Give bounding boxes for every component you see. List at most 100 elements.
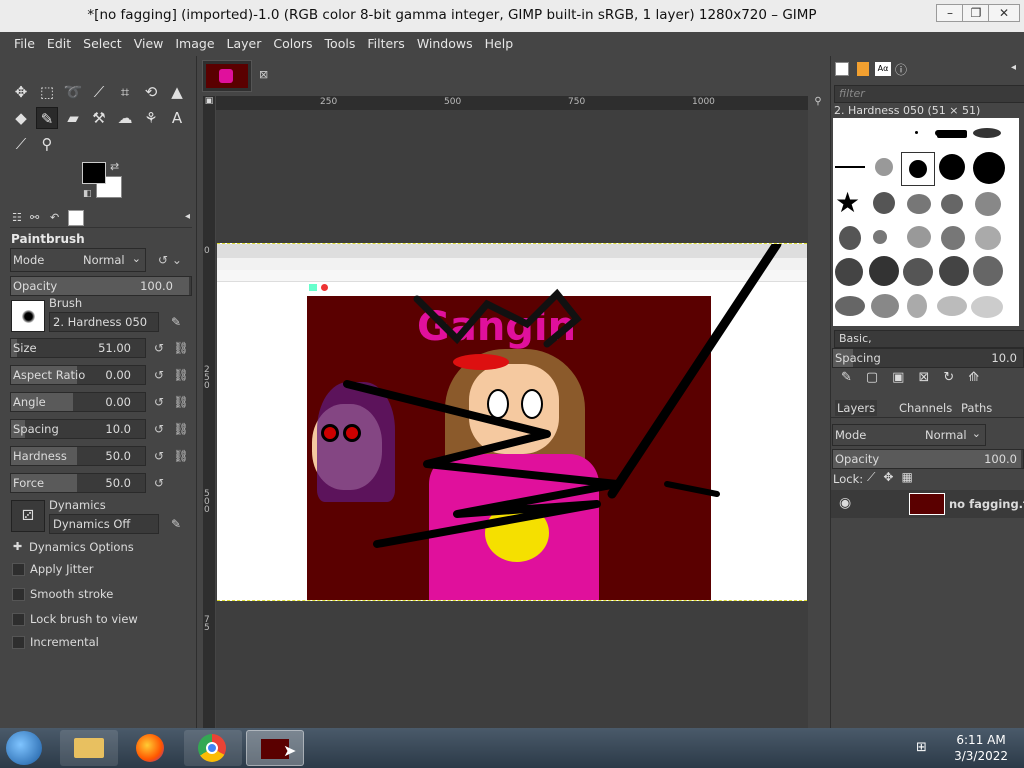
brush-grid[interactable]: ★	[833, 118, 1019, 326]
chrome-button[interactable]	[184, 730, 242, 766]
smooth-stroke-checkbox[interactable]	[12, 588, 25, 601]
aspect-ratio-slider[interactable]: Aspect Ratio 0.00	[10, 365, 146, 385]
size-slider[interactable]: Size 51.00	[10, 338, 146, 358]
brush-item[interactable]	[903, 258, 933, 286]
configure-tab-icon[interactable]: ◂	[1011, 62, 1016, 73]
paths-tab[interactable]: Paths	[961, 401, 992, 415]
lock-icons[interactable]: ⟋✥▦	[867, 470, 921, 485]
edit-brush-icon[interactable]: ✎	[167, 312, 185, 332]
brush-item[interactable]	[937, 130, 967, 138]
brush-spacing-slider[interactable]: Spacing 10.0	[832, 348, 1024, 368]
brush-item[interactable]	[875, 158, 893, 176]
link-icon[interactable]: ⛓	[172, 392, 190, 412]
layer-row[interactable]: ◉ no fagging.tga	[831, 490, 1024, 518]
close-button[interactable]: ✕	[988, 4, 1020, 22]
angle-slider[interactable]: Angle 0.00	[10, 392, 146, 412]
menu-filters[interactable]: Filters	[361, 32, 410, 56]
menu-image[interactable]: Image	[169, 32, 220, 56]
menu-help[interactable]: Help	[479, 32, 520, 56]
firefox-button[interactable]	[122, 730, 180, 766]
link-icon[interactable]: ⛓	[172, 419, 190, 439]
images-tab-icon[interactable]	[68, 210, 84, 226]
menu-select[interactable]: Select	[77, 32, 128, 56]
brush-item[interactable]	[871, 294, 899, 318]
reset-icon[interactable]: ↺	[150, 365, 168, 385]
edit-dynamics-icon[interactable]: ✎	[167, 514, 185, 534]
undo-history-tab-icon[interactable]: ↶	[50, 211, 59, 224]
layers-tab[interactable]: Layers	[835, 400, 878, 416]
lock-brush-checkbox[interactable]	[12, 613, 25, 626]
image-tab-thumbnail[interactable]	[202, 60, 252, 92]
rect-select-tool-icon[interactable]: ⬚	[36, 81, 58, 103]
brush-item[interactable]	[909, 160, 927, 178]
incremental-checkbox[interactable]	[12, 636, 25, 649]
brush-actions[interactable]: ✎▢▣⊠↻⟰	[841, 370, 1021, 385]
layer-opacity-slider[interactable]: Opacity 100.0	[832, 449, 1024, 469]
brush-preview[interactable]	[11, 300, 45, 332]
network-tray-icon[interactable]: ⊞	[916, 740, 927, 755]
opacity-slider[interactable]: Opacity 100.0	[10, 276, 192, 296]
reset-icon[interactable]: ↺	[150, 473, 168, 493]
color-picker-tool-icon[interactable]: ⟋	[10, 133, 32, 155]
spacing-slider[interactable]: Spacing 10.0	[10, 419, 146, 439]
tool-options-tab-icon[interactable]: ☷	[12, 211, 22, 224]
reset-icon[interactable]: ↺	[150, 419, 168, 439]
zoom-tool-icon[interactable]: ⚲	[36, 133, 58, 155]
clone-tool-icon[interactable]: ⚒	[88, 107, 110, 129]
apply-jitter-checkbox[interactable]	[12, 563, 25, 576]
reset-icon[interactable]: ↺	[150, 338, 168, 358]
paths-tool-icon[interactable]: ⚘	[140, 107, 162, 129]
menu-edit[interactable]: Edit	[41, 32, 77, 56]
gimp-taskbar-button[interactable]: ➤	[246, 730, 304, 766]
hardness-slider[interactable]: Hardness 50.0	[10, 446, 146, 466]
help-tab-icon[interactable]: ⓘ	[895, 61, 907, 78]
image-canvas[interactable]: Gangin	[217, 243, 807, 601]
brush-item[interactable]	[835, 296, 865, 316]
text-tool-icon[interactable]: A	[166, 107, 188, 129]
menu-file[interactable]: File	[8, 32, 41, 56]
start-button[interactable]	[6, 731, 42, 765]
mode-select[interactable]: Mode Normal ⌄	[10, 248, 146, 272]
brush-item[interactable]	[873, 192, 895, 214]
brush-item[interactable]	[939, 256, 969, 286]
menu-windows[interactable]: Windows	[411, 32, 479, 56]
force-slider[interactable]: Force 50.0	[10, 473, 146, 493]
brush-item[interactable]	[869, 256, 899, 286]
link-icon[interactable]: ⛓	[172, 365, 190, 385]
menu-tools[interactable]: Tools	[319, 32, 362, 56]
maximize-button[interactable]: ❐	[962, 4, 990, 22]
dynamics-icon[interactable]: ⚂	[11, 500, 45, 532]
brush-filter-input[interactable]: filter	[834, 85, 1024, 103]
swap-colors-icon[interactable]: ⇄	[110, 160, 119, 173]
expand-icon[interactable]: ✚	[13, 540, 22, 553]
brush-item[interactable]	[907, 294, 927, 318]
fuzzy-select-tool-icon[interactable]: ⟋	[88, 81, 110, 103]
paintbrush-tool-icon[interactable]: ✎	[36, 107, 58, 129]
device-status-tab-icon[interactable]: ⚯	[30, 211, 39, 224]
reset-icon[interactable]: ↺	[150, 392, 168, 412]
brush-item[interactable]	[975, 226, 1001, 250]
brush-item[interactable]	[907, 226, 931, 248]
brush-item[interactable]	[907, 194, 931, 214]
crop-tool-icon[interactable]: ⌗	[114, 81, 136, 103]
dynamics-options-expander[interactable]: Dynamics Options	[29, 540, 134, 554]
menu-layer[interactable]: Layer	[221, 32, 268, 56]
zoom-icon[interactable]: ⚲	[810, 96, 826, 110]
link-icon[interactable]: ⛓	[172, 446, 190, 466]
mode-reset-button[interactable]: ↺ ⌄	[150, 250, 190, 270]
warp-tool-icon[interactable]: ▲	[166, 81, 188, 103]
brush-item[interactable]	[835, 166, 865, 168]
brush-item[interactable]	[939, 154, 965, 180]
minimize-button[interactable]: –	[936, 4, 964, 22]
patterns-tab-icon[interactable]	[857, 62, 869, 76]
configure-tab-icon[interactable]: ◂	[185, 211, 190, 222]
brush-item[interactable]	[937, 296, 967, 316]
brush-item[interactable]	[941, 226, 965, 250]
bucket-fill-tool-icon[interactable]: ◆	[10, 107, 32, 129]
brush-preset-select[interactable]: Basic,	[834, 330, 1024, 348]
brushes-tab-icon[interactable]	[835, 62, 849, 76]
foreground-color-swatch[interactable]	[82, 162, 106, 184]
brush-item[interactable]	[973, 128, 1001, 138]
link-icon[interactable]: ⛓	[172, 338, 190, 358]
eye-icon[interactable]: ◉	[839, 495, 851, 511]
